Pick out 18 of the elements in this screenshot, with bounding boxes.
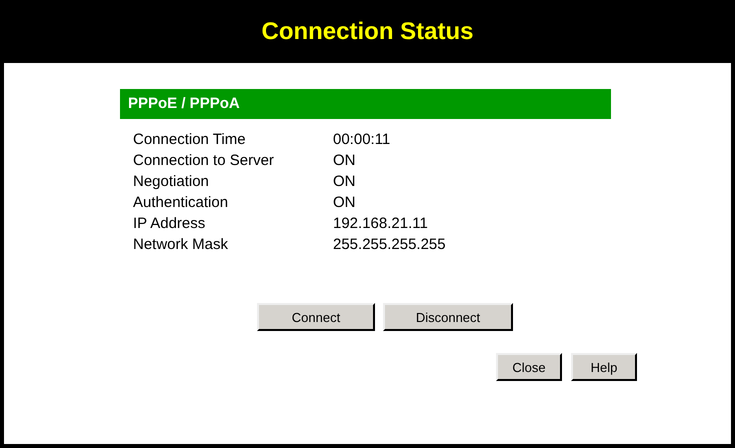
field-value: 192.168.21.11 bbox=[333, 215, 428, 232]
window-title: Connection Status bbox=[261, 18, 474, 46]
action-button[interactable]: Connect bbox=[257, 303, 375, 331]
field-value: ON bbox=[333, 152, 356, 169]
action-button[interactable]: Disconnect bbox=[383, 303, 513, 331]
field-label: IP Address bbox=[133, 215, 206, 232]
field-label: Connection Time bbox=[133, 131, 247, 148]
field-label: Authentication bbox=[133, 194, 230, 211]
field-value: ON bbox=[333, 173, 356, 190]
dialog-button[interactable]: Help bbox=[571, 353, 637, 381]
field-label: Network Mask bbox=[133, 236, 230, 253]
dialog-button[interactable]: Close bbox=[496, 353, 562, 381]
field-value: 255.255.255.255 bbox=[333, 236, 446, 253]
section-title: PPPoE / PPPoA bbox=[120, 89, 611, 119]
field-value: ON bbox=[333, 194, 356, 211]
field-value: 00:00:11 bbox=[333, 131, 390, 148]
field-label: Negotiation bbox=[133, 173, 210, 190]
field-label: Connection to Server bbox=[133, 152, 275, 169]
